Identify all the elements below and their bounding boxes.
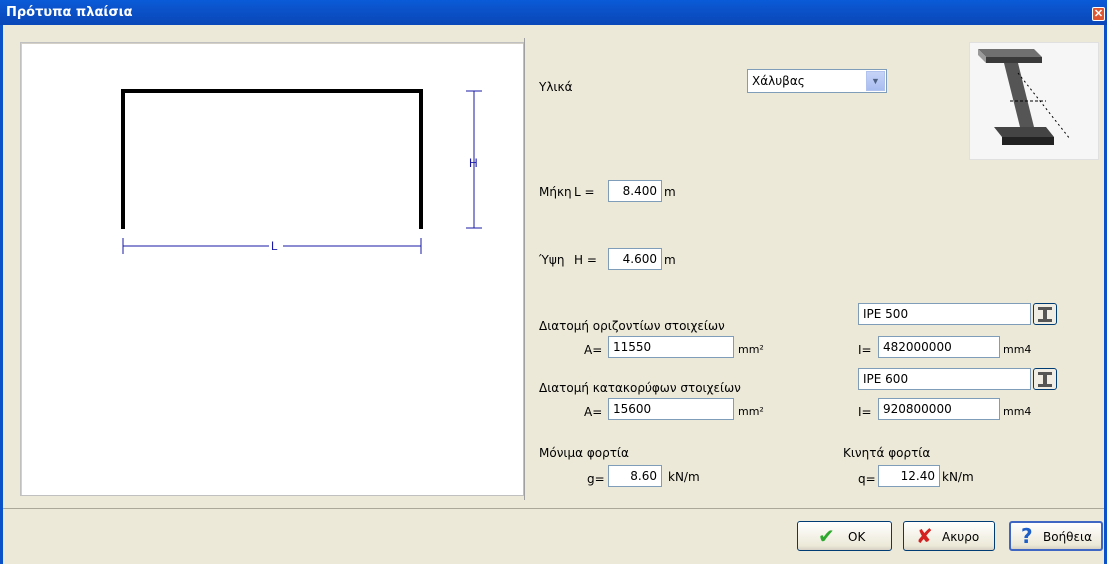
- vertical-section-input[interactable]: IPE 600: [858, 368, 1031, 390]
- horizontal-a-input[interactable]: 11550: [608, 336, 734, 358]
- window-border-left: [0, 25, 3, 564]
- l-dimension-label: L: [271, 239, 278, 253]
- vertical-section-picker-button[interactable]: [1033, 368, 1057, 390]
- frame-diagram: H L: [121, 89, 482, 254]
- cancel-button[interactable]: ✘ Ακυρο: [903, 521, 995, 551]
- cancel-button-label: Ακυρο: [942, 530, 980, 544]
- horizontal-a-label: A=: [584, 343, 603, 357]
- section-library-icon: [1038, 372, 1052, 387]
- vertical-i-unit: mm4: [1003, 405, 1032, 418]
- height-unit: m: [664, 253, 676, 267]
- separator: [3, 508, 1104, 509]
- height-input[interactable]: 4.600: [608, 248, 662, 270]
- horizontal-a-unit: mm²: [738, 343, 764, 356]
- material-value: Χάλυβας: [752, 74, 805, 88]
- dead-loads-input[interactable]: 8.60: [608, 465, 662, 487]
- section-library-icon: [1038, 307, 1052, 322]
- steel-section-thumbnail: [969, 42, 1099, 160]
- window-title: Πρότυπα πλαίσια: [6, 5, 133, 20]
- ok-button[interactable]: ✔ OK: [797, 521, 892, 551]
- ok-button-label: OK: [848, 530, 866, 544]
- vertical-a-unit: mm²: [738, 405, 764, 418]
- length-unit: m: [664, 185, 676, 199]
- horizontal-section-input[interactable]: IPE 500: [858, 303, 1031, 325]
- help-icon: ?: [1021, 524, 1033, 548]
- frame-preview: H L: [20, 42, 524, 496]
- vertical-i-label: I=: [858, 405, 872, 419]
- help-button-label: Βοήθεια: [1043, 530, 1092, 544]
- material-select[interactable]: Χάλυβας ▼: [747, 69, 887, 93]
- horizontal-i-label: I=: [858, 343, 872, 357]
- length-prefix: L =: [574, 185, 595, 199]
- horizontal-section-label: Διατομή οριζοντίων στοιχείων: [539, 319, 725, 333]
- material-label: Υλικά: [539, 80, 573, 94]
- height-label: Ύψη: [539, 253, 565, 267]
- horizontal-section-picker-button[interactable]: [1033, 303, 1057, 325]
- length-label: Μήκη: [539, 185, 572, 199]
- help-button[interactable]: ? Βοήθεια: [1009, 521, 1103, 551]
- chevron-down-icon[interactable]: ▼: [866, 71, 885, 91]
- vertical-a-input[interactable]: 15600: [608, 398, 734, 420]
- live-loads-label: Κινητά φορτία: [843, 446, 931, 460]
- h-dimension-label: H: [469, 156, 478, 170]
- checkmark-icon: ✔: [818, 524, 835, 548]
- live-loads-prefix: q=: [858, 472, 876, 486]
- title-bar: Πρότυπα πλαίσια ✕: [0, 0, 1107, 25]
- dead-loads-unit: kN/m: [668, 470, 700, 484]
- horizontal-i-unit: mm4: [1003, 343, 1032, 356]
- length-input[interactable]: 8.400: [608, 180, 662, 202]
- dead-loads-label: Μόνιμα φορτία: [539, 446, 629, 460]
- height-prefix: H =: [574, 253, 597, 267]
- live-loads-input[interactable]: 12.40: [878, 465, 940, 487]
- frame-shape: [121, 89, 423, 229]
- live-loads-unit: kN/m: [942, 470, 974, 484]
- vertical-section-label: Διατομή κατακορύφων στοιχείων: [539, 381, 741, 395]
- dead-loads-prefix: g=: [587, 472, 605, 486]
- close-x-icon: ✘: [916, 524, 933, 548]
- i-beam-icon: [978, 49, 1071, 145]
- close-button[interactable]: ✕: [1092, 7, 1105, 21]
- vertical-i-input[interactable]: 920800000: [878, 398, 1000, 420]
- horizontal-i-input[interactable]: 482000000: [878, 336, 1000, 358]
- vertical-a-label: A=: [584, 405, 603, 419]
